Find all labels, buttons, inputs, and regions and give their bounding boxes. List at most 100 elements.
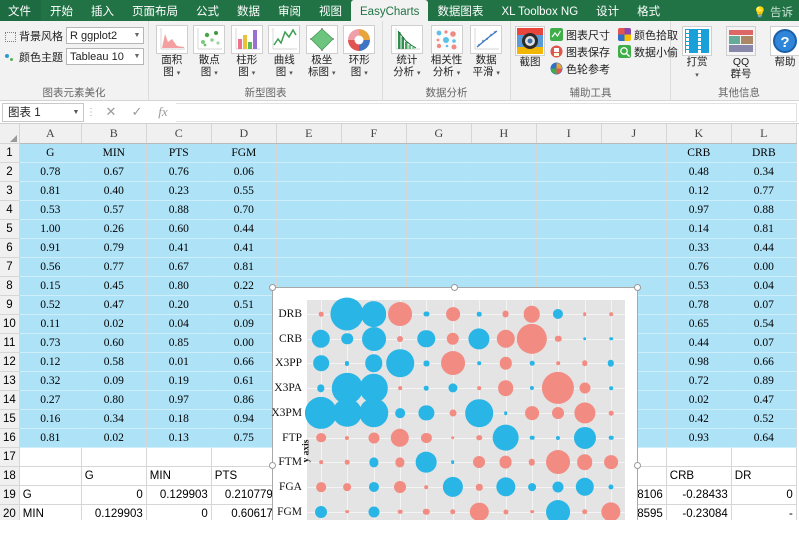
cell[interactable]: 0.00 (731, 257, 797, 277)
cell[interactable] (406, 257, 472, 277)
cell[interactable]: 0.88 (146, 200, 212, 220)
cell[interactable]: 0.14 (666, 219, 732, 239)
donate-button[interactable]: 打赏 ▾ (675, 23, 719, 81)
row-header-6[interactable]: 6 (0, 238, 20, 258)
cell[interactable]: 0.04 (146, 314, 212, 334)
row-header-13[interactable]: 13 (0, 371, 20, 391)
cell[interactable]: 0.47 (81, 295, 147, 315)
cell[interactable]: 0.86 (211, 390, 277, 410)
column-button[interactable]: 柱形图 ▾ (228, 23, 266, 79)
column-header-B[interactable]: B (81, 124, 147, 144)
cell[interactable]: FGM (211, 143, 277, 163)
cell[interactable] (146, 447, 212, 467)
table-row[interactable]: 7 0.56 0.77 0.67 0.81 0.76 0.00 (0, 257, 797, 277)
cell[interactable]: 0.94 (211, 409, 277, 429)
cell[interactable]: 0.70 (211, 200, 277, 220)
cell[interactable] (276, 219, 342, 239)
cell[interactable]: 0.52 (731, 409, 797, 429)
cell[interactable]: 0.65 (666, 314, 732, 334)
formula-bar-grip[interactable]: ⋮ (84, 107, 98, 118)
cell[interactable]: DR (731, 466, 797, 486)
cell[interactable]: 0.76 (666, 257, 732, 277)
cell[interactable]: CRB (666, 466, 732, 486)
chevron-down-icon[interactable]: ▼ (69, 109, 83, 116)
cell[interactable] (341, 257, 407, 277)
cell[interactable] (601, 162, 667, 182)
cell[interactable]: 0.210779 (211, 485, 277, 505)
cell[interactable] (341, 200, 407, 220)
cell[interactable]: PTS (146, 143, 212, 163)
cell[interactable] (341, 219, 407, 239)
cell[interactable]: -0.28433 (666, 485, 732, 505)
cell[interactable]: 0.06 (211, 162, 277, 182)
cell[interactable]: 0.61 (211, 371, 277, 391)
cell[interactable] (471, 162, 537, 182)
cell[interactable]: 0.02 (81, 428, 147, 448)
table-row[interactable]: 5 1.00 0.26 0.60 0.44 0.14 0.81 (0, 219, 797, 239)
column-header-C[interactable]: C (146, 124, 212, 144)
cell[interactable]: 0.23 (146, 181, 212, 201)
cell[interactable]: CRB (666, 143, 732, 163)
cell[interactable]: 0.33 (666, 238, 732, 258)
resize-handle-ne[interactable] (634, 284, 641, 291)
cell[interactable]: G (19, 143, 82, 163)
cell[interactable]: 0.27 (19, 390, 82, 410)
row-header-18[interactable]: 18 (0, 466, 20, 486)
cell[interactable]: 0.48 (666, 162, 732, 182)
cell[interactable]: 0.16 (19, 409, 82, 429)
cell[interactable]: 0.67 (81, 162, 147, 182)
cell[interactable]: 0.73 (19, 333, 82, 353)
cell[interactable] (536, 143, 602, 163)
ribbon-tab-insert[interactable]: 插入 (82, 0, 123, 21)
cell[interactable]: 0.77 (81, 257, 147, 277)
cell[interactable]: 0.58 (81, 352, 147, 372)
cell[interactable] (536, 181, 602, 201)
smooth-button[interactable]: 数据 平滑 ▾ (466, 23, 506, 79)
table-row[interactable]: 1 G MIN PTS FGM CRB DRB (0, 143, 797, 163)
tell-me-box[interactable]: 💡 告诉 (747, 0, 799, 21)
cell[interactable]: 0.20 (146, 295, 212, 315)
cell[interactable]: G (81, 466, 147, 486)
ribbon-tab-home[interactable]: 开始 (41, 0, 82, 21)
cell[interactable]: 0.97 (146, 390, 212, 410)
cell[interactable]: MIN (146, 466, 212, 486)
cell[interactable]: 0 (81, 485, 147, 505)
cell[interactable]: 0.72 (666, 371, 732, 391)
row-header-4[interactable]: 4 (0, 200, 20, 220)
row-header-16[interactable]: 16 (0, 428, 20, 448)
cell[interactable]: 1.00 (19, 219, 82, 239)
column-header-K[interactable]: K (666, 124, 732, 144)
chart-object[interactable]: DRBCRBX3PPX3PAX3PMFTPFTMFGAFGMPTSMINGGMI… (269, 284, 641, 520)
column-header-L[interactable]: L (731, 124, 797, 144)
cell[interactable]: 0.04 (731, 276, 797, 296)
column-header-J[interactable]: J (601, 124, 667, 144)
cell[interactable]: 0.13 (146, 428, 212, 448)
row-header-2[interactable]: 2 (0, 162, 20, 182)
row-header-20[interactable]: 20 (0, 504, 20, 520)
cell[interactable] (406, 162, 472, 182)
cell[interactable]: DRB (731, 143, 797, 163)
cell[interactable]: 0.07 (731, 333, 797, 353)
cell[interactable] (666, 447, 732, 467)
cell[interactable]: 0.98 (666, 352, 732, 372)
insert-function-icon[interactable]: fx (150, 104, 176, 120)
cell[interactable] (536, 200, 602, 220)
color-theme-combo[interactable]: Tableau 10 ▼ (66, 48, 144, 65)
screenshot-button[interactable]: 截图 (515, 23, 545, 69)
cell[interactable]: 0.44 (731, 238, 797, 258)
cell[interactable]: 0.60617 (211, 504, 277, 520)
stats-button[interactable]: 统计 分析 ▾ (387, 23, 427, 79)
table-row[interactable]: 6 0.91 0.79 0.41 0.41 0.33 0.44 (0, 238, 797, 258)
cell[interactable]: MIN (81, 143, 147, 163)
table-row[interactable]: 3 0.81 0.40 0.23 0.55 0.12 0.77 (0, 181, 797, 201)
resize-handle-n[interactable] (451, 284, 458, 291)
cell[interactable]: 0.79 (81, 238, 147, 258)
cell[interactable]: 0.07 (731, 295, 797, 315)
cell[interactable]: 0.01 (146, 352, 212, 372)
cell[interactable]: 0.60 (81, 333, 147, 353)
cell[interactable] (276, 200, 342, 220)
cell[interactable]: G (19, 485, 82, 505)
cell[interactable]: 0.12 (666, 181, 732, 201)
cell[interactable]: 0.41 (146, 238, 212, 258)
cell[interactable]: 0.51 (211, 295, 277, 315)
